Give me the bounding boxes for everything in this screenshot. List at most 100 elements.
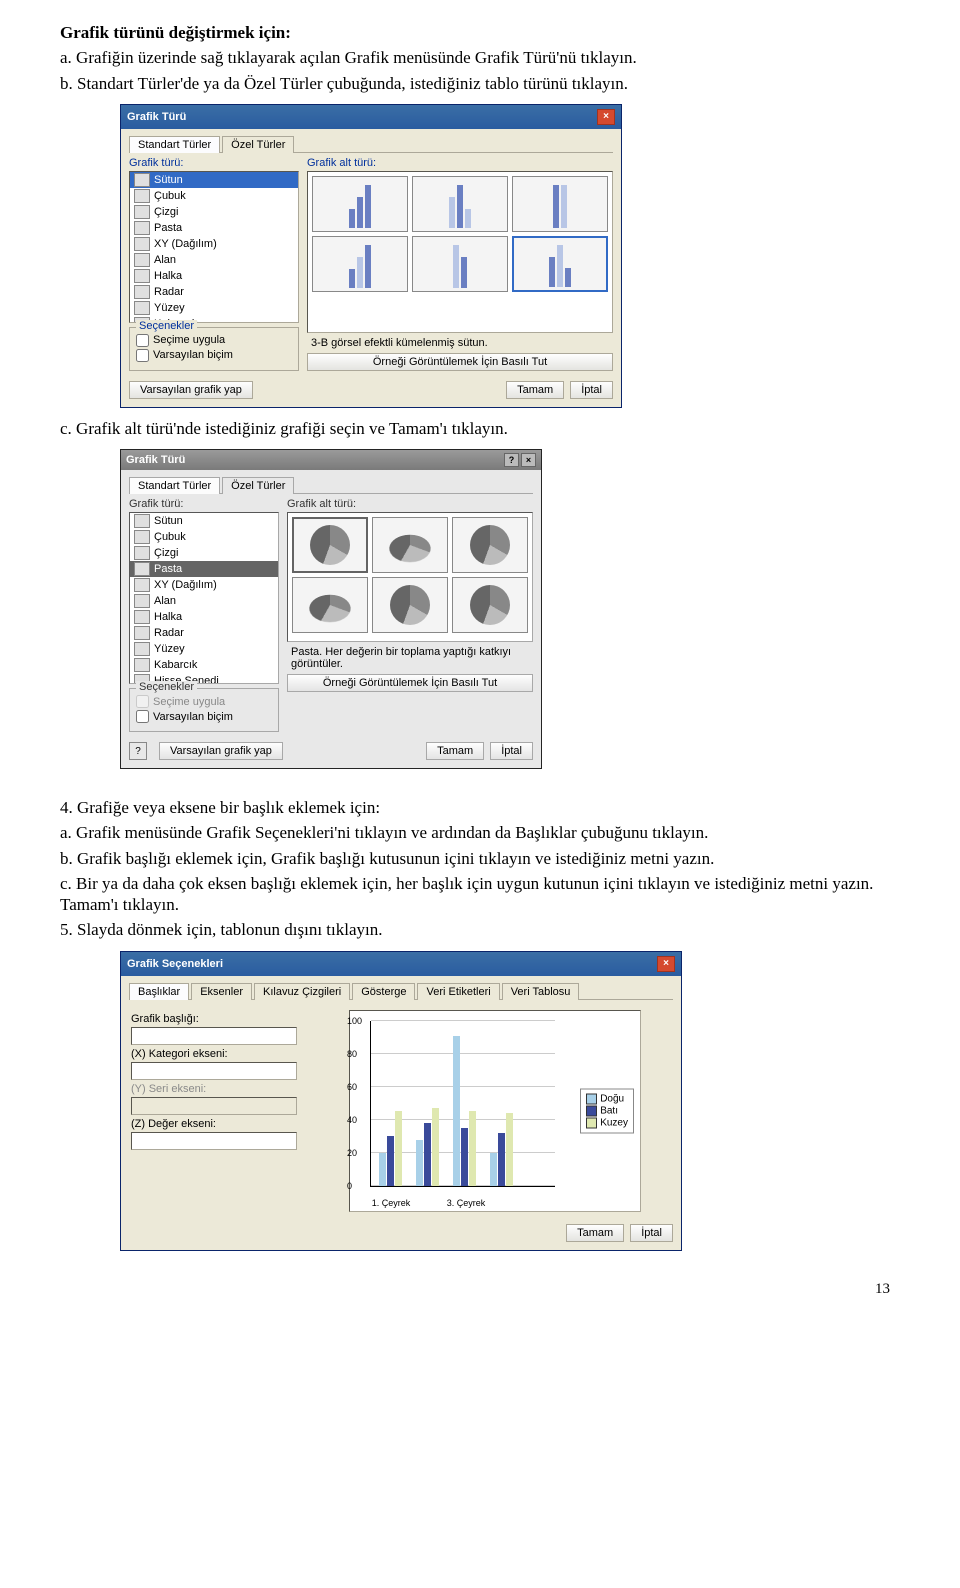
step-4a: a. Grafik menüsünde Grafik Seçenekleri'n… [60,822,900,843]
doughnut-icon [134,269,150,283]
area-icon [134,594,150,608]
help-icon[interactable]: ? [129,742,147,760]
list-item: Çizgi [130,204,298,220]
tab-data-labels[interactable]: Veri Etiketleri [417,983,499,1000]
z-axis-input[interactable] [131,1132,297,1150]
ok-button[interactable]: Tamam [566,1224,624,1242]
dialog-chart-type-color: Grafik Türü × Standart Türler Özel Türle… [120,104,622,408]
subtype-thumb [372,517,448,573]
step-4c: c. Bir ya da daha çok eksen başlığı ekle… [60,873,900,916]
options-group: Seçenekler Seçime uygula Varsayılan biçi… [129,688,279,732]
cancel-button[interactable]: İptal [490,742,533,760]
subtype-thumb [412,236,508,292]
list-item: XY (Dağılım) [130,236,298,252]
y-axis-input [131,1097,297,1115]
dialog-title: Grafik Seçenekleri [127,958,223,970]
preview-button[interactable]: Örneği Görüntülemek İçin Basılı Tut [307,353,613,371]
chart-title-input[interactable] [131,1027,297,1045]
field-z-axis: (Z) Değer ekseni: [131,1118,341,1150]
tab-titles[interactable]: Başlıklar [129,983,189,1000]
subtype-grid[interactable] [307,171,613,333]
surface-icon [134,301,150,315]
radar-icon [134,285,150,299]
label-chart-type: Grafik türü: [129,157,299,169]
tab-data-table[interactable]: Veri Tablosu [502,983,580,1000]
tab-axes[interactable]: Eksenler [191,983,252,1000]
subtype-grid[interactable] [287,512,533,642]
close-icon[interactable]: × [597,109,615,125]
dialog-chart-type-grey: Grafik Türü ?× Standart Türler Özel Türl… [120,449,542,769]
list-item: Radar [130,625,278,641]
column-icon [134,514,150,528]
list-item: Halka [130,268,298,284]
list-item: Sütun [130,513,278,529]
dialog-chart-options: Grafik Seçenekleri × Başlıklar Eksenler … [120,951,682,1251]
subtype-thumb [512,176,608,232]
tab-standard-types[interactable]: Standart Türler [129,136,220,153]
chart-type-list[interactable]: Sütun Çubuk Çizgi Pasta XY (Dağılım) Ala… [129,171,299,323]
ok-button[interactable]: Tamam [426,742,484,760]
close-icon[interactable]: × [657,956,675,972]
close-icon[interactable]: × [521,453,536,467]
label-chart-subtype: Grafik alt türü: [307,157,613,169]
cancel-button[interactable]: İptal [570,381,613,399]
list-item: Çubuk [130,529,278,545]
options-group: Seçenekler Seçime uygula Varsayılan biçi… [129,327,299,371]
options-title: Seçenekler [136,320,197,332]
page-number: 13 [60,1281,900,1298]
subtype-thumb [452,517,528,573]
tab-custom-types[interactable]: Özel Türler [222,477,294,494]
default-chart-button[interactable]: Varsayılan grafik yap [129,381,253,399]
default-chart-button[interactable]: Varsayılan grafik yap [159,742,283,760]
checkbox-default-format[interactable]: Varsayılan biçim [136,710,272,723]
label-chart-type: Grafik türü: [129,498,279,510]
x-axis-input[interactable] [131,1062,297,1080]
tab-custom-types[interactable]: Özel Türler [222,136,294,153]
step-5: 5. Slayda dönmek için, tablonun dışını t… [60,919,900,940]
heading-change-chart-type: Grafik türünü değiştirmek için: [60,22,900,43]
ok-button[interactable]: Tamam [506,381,564,399]
scatter-icon [134,578,150,592]
bar-icon [134,189,150,203]
tab-gridlines[interactable]: Kılavuz Çizgileri [254,983,350,1000]
column-icon [134,173,150,187]
chart-type-list[interactable]: Sütun Çubuk Çizgi Pasta XY (Dağılım) Ala… [129,512,279,684]
field-y-axis: (Y) Seri ekseni: [131,1083,341,1115]
cancel-button[interactable]: İptal [630,1224,673,1242]
tab-strip: Standart Türler Özel Türler [129,476,533,494]
bubble-icon [134,658,150,672]
bar-icon [134,530,150,544]
field-chart-title: Grafik başlığı: [131,1013,341,1045]
tab-legend[interactable]: Gösterge [352,983,415,1000]
area-icon [134,253,150,267]
subtype-thumb [372,577,448,633]
step-4-heading: 4. Grafiğe veya eksene bir başlık ekleme… [60,797,900,818]
chart-preview: 0 20 40 60 80 100 1. Çeyrek 3. [349,1010,641,1212]
titlebar: Grafik Türü × [121,105,621,129]
subtype-thumb [312,176,408,232]
subtype-thumb-selected [512,236,608,292]
checkbox-apply-selection[interactable]: Seçime uygula [136,334,292,347]
line-icon [134,205,150,219]
list-item: Alan [130,252,298,268]
step-b: b. Standart Türler'de ya da Özel Türler … [60,73,900,94]
preview-button[interactable]: Örneği Görüntülemek İçin Basılı Tut [287,674,533,692]
subtype-thumb [312,236,408,292]
checkbox-default-format[interactable]: Varsayılan biçim [136,349,292,362]
titlebar: Grafik Seçenekleri × [121,952,681,976]
step-c: c. Grafik alt türü'nde istediğiniz grafi… [60,418,900,439]
surface-icon [134,642,150,656]
list-item: Yüzey [130,300,298,316]
field-x-axis: (X) Kategori ekseni: [131,1048,341,1080]
list-item: Halka [130,609,278,625]
subtype-description: 3-B görsel efektli kümelenmiş sütun. [307,333,613,353]
list-item: Alan [130,593,278,609]
help-icon[interactable]: ? [504,453,519,467]
dialog-title: Grafik Türü [126,454,185,466]
list-item: Çubuk [130,188,298,204]
checkbox-apply-selection[interactable]: Seçime uygula [136,695,272,708]
subtype-thumb [292,577,368,633]
list-item: Sütun [130,172,298,188]
tab-standard-types[interactable]: Standart Türler [129,477,220,494]
label-chart-subtype: Grafik alt türü: [287,498,533,510]
